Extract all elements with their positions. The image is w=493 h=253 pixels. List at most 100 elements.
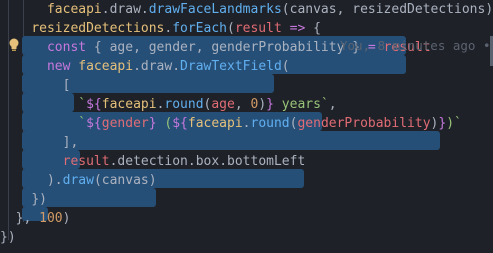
code-token: , — [195, 40, 212, 55]
code-line[interactable]: [ — [0, 76, 71, 95]
code-token: ) — [258, 97, 267, 112]
code-token: ` — [78, 116, 87, 131]
code-token: [ — [62, 78, 71, 93]
code-token: ) — [62, 211, 71, 226]
code-token: ( — [156, 116, 173, 131]
code-line[interactable]: faceapi.draw.drawFaceLandmarks(canvas, r… — [0, 0, 493, 19]
code-token: gender — [101, 116, 149, 131]
code-line[interactable]: result.detection.box.bottomLeft — [0, 152, 306, 171]
code-token: . — [187, 154, 196, 169]
code-token: => — [289, 21, 306, 36]
git-blame-annotation: You, 8 minutes ago • — [340, 38, 491, 53]
code-token: ). — [46, 173, 63, 188]
code-token: }, — [15, 211, 40, 226]
code-token: ) — [485, 2, 493, 17]
code-token: } — [266, 97, 274, 112]
code-token: resizedDetections — [352, 2, 486, 17]
code-token: , — [328, 97, 337, 112]
code-token: age — [211, 97, 235, 112]
code-token: ${ — [172, 116, 188, 131]
code-token: } — [148, 116, 157, 131]
code-token: ) — [148, 173, 157, 188]
code-token: , — [234, 97, 251, 112]
code-line[interactable]: `${faceapi.round(age, 0)} years`, — [0, 95, 337, 114]
code-line[interactable]: }) — [0, 228, 16, 247]
code-token: , — [133, 40, 149, 55]
code-token: resizedDetections — [31, 21, 165, 36]
code-token: canvas — [289, 2, 337, 17]
code-line[interactable]: new faceapi.draw.DrawTextField( — [0, 57, 290, 76]
code-token: canvas — [101, 173, 149, 188]
code-line[interactable]: ).draw(canvas) — [0, 171, 157, 190]
code-token: gender — [148, 40, 196, 55]
code-token: DrawTextField — [180, 59, 282, 74]
code-line[interactable]: ], — [0, 133, 79, 152]
code-token: detection — [117, 154, 188, 169]
code-token: , — [336, 2, 353, 17]
code-token: new — [46, 59, 71, 74]
code-token: result — [62, 154, 110, 169]
code-token: age — [109, 40, 134, 55]
code-token: const — [46, 40, 87, 55]
code-token: ( — [281, 59, 290, 74]
code-token: ( — [93, 173, 102, 188]
code-line[interactable]: }) — [0, 190, 47, 209]
code-token: . — [172, 59, 181, 74]
code-editor[interactable]: faceapi.draw.drawFaceLandmarks(canvas, r… — [0, 0, 493, 253]
code-token: 100 — [39, 211, 63, 226]
code-token: . — [140, 2, 149, 17]
code-token: }) — [31, 192, 47, 207]
code-token: drawFaceLandmarks — [148, 2, 282, 17]
code-token: . — [133, 59, 141, 74]
code-token: ( — [227, 21, 235, 36]
code-token: genderProbability — [211, 40, 345, 55]
code-token: round — [250, 116, 290, 131]
code-token: ${ — [86, 116, 102, 131]
code-token: box — [195, 154, 220, 169]
code-token: { — [305, 21, 321, 36]
code-token: forEach — [172, 21, 227, 36]
code-line[interactable]: }, 100) — [0, 209, 71, 228]
code-token: . — [219, 154, 228, 169]
code-token: result — [234, 21, 282, 36]
code-token: ${ — [86, 97, 102, 112]
code-token: faceapi — [78, 59, 134, 74]
code-token: faceapi — [46, 2, 102, 17]
code-token: { — [86, 40, 110, 55]
code-token: faceapi — [101, 97, 157, 112]
code-token: ` — [78, 97, 87, 112]
code-line[interactable]: resizedDetections.forEach(result => { — [0, 19, 321, 38]
code-token: draw — [62, 173, 94, 188]
selection-highlight — [22, 131, 440, 150]
code-token: round — [164, 97, 204, 112]
code-token: faceapi — [187, 116, 243, 131]
code-token: ` — [320, 97, 329, 112]
code-token: draw — [140, 59, 173, 74]
code-token: ) — [446, 116, 455, 131]
code-token: bottomLeft — [227, 154, 306, 169]
code-token: . — [242, 116, 251, 131]
code-token: draw — [109, 2, 141, 17]
code-token: }) — [0, 230, 16, 245]
code-token: ` — [454, 116, 462, 131]
code-token: genderProbability — [297, 116, 431, 131]
code-token: ( — [281, 2, 290, 17]
code-token: } — [438, 116, 447, 131]
code-token: . — [101, 2, 110, 17]
code-line[interactable]: `${gender} (${faceapi.round(genderProbab… — [0, 114, 462, 133]
code-token: ], — [62, 135, 79, 150]
code-token: years — [273, 97, 321, 112]
